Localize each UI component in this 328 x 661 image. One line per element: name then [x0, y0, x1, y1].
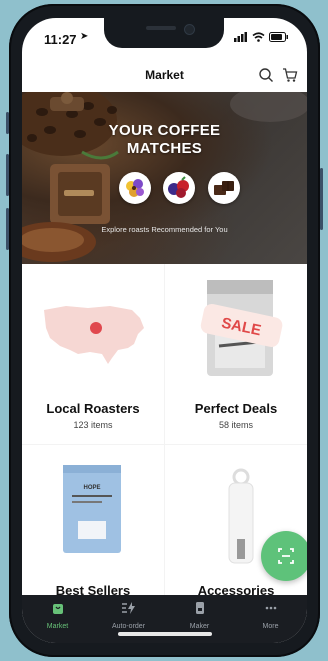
- lightning-icon: [121, 602, 135, 614]
- tab-auto-order[interactable]: Auto-order: [93, 601, 164, 630]
- bag-icon: [52, 604, 63, 614]
- product-label-text: HOPE: [83, 485, 100, 491]
- screen: 11:27 ➤ Market YOUR COFFEE MATCHES Explo…: [22, 18, 307, 643]
- volume-down-button: [6, 208, 9, 250]
- signal-icon: [234, 32, 247, 42]
- notch: [104, 18, 224, 48]
- category-perfect-deals[interactable]: SALE Perfect Deals 58 items: [165, 264, 307, 444]
- power-button: [320, 168, 323, 230]
- tab-more[interactable]: More: [235, 601, 306, 630]
- hero-title: YOUR COFFEE MATCHES: [22, 122, 307, 158]
- category-count: 58 items: [218, 420, 253, 430]
- scan-fab-button[interactable]: [261, 531, 307, 581]
- scan-icon: [278, 548, 294, 564]
- hero-subtitle: Explore roasts Recommended for You: [101, 225, 228, 234]
- hero-banner[interactable]: YOUR COFFEE MATCHES Explore roasts Recom…: [22, 92, 307, 264]
- category-local-roasters[interactable]: Local Roasters 123 items: [22, 264, 164, 444]
- status-icons: [234, 32, 289, 42]
- coffee-grinder-image: [22, 92, 307, 262]
- home-indicator[interactable]: [118, 632, 212, 636]
- status-time: 11:27: [44, 32, 77, 47]
- tab-market[interactable]: Market: [22, 601, 93, 630]
- hero-title-line2: MATCHES: [126, 140, 203, 157]
- category-best-sellers[interactable]: HOPE Best Sellers: [22, 445, 164, 605]
- category-title: Local Roasters: [46, 401, 140, 416]
- tab-label: More: [262, 623, 279, 630]
- more-dots-icon: [265, 606, 276, 610]
- mute-switch: [6, 112, 9, 134]
- category-count: 123 items: [73, 420, 113, 430]
- us-map-icon: [44, 306, 144, 364]
- tab-label: Maker: [189, 623, 210, 630]
- location-arrow-icon: ➤: [80, 31, 89, 42]
- coffee-bag-sale-image: SALE: [200, 280, 283, 376]
- battery-icon: [269, 32, 288, 42]
- coffee-bag-image: HOPE: [63, 465, 121, 553]
- machine-icon: [195, 602, 204, 614]
- category-title: Perfect Deals: [194, 401, 278, 416]
- tab-label: Market: [46, 623, 69, 630]
- search-icon[interactable]: [258, 67, 274, 83]
- header: Market: [22, 62, 307, 92]
- tab-maker[interactable]: Maker: [164, 601, 235, 630]
- wifi-icon: [252, 32, 265, 42]
- cart-icon[interactable]: [282, 67, 298, 83]
- volume-up-button: [6, 154, 9, 196]
- chocolate-flavor-icon[interactable]: [208, 172, 240, 204]
- hero-title-line1: YOUR COFFEE: [108, 122, 221, 139]
- flower-flavor-icon[interactable]: [119, 172, 151, 204]
- berry-flavor-icon[interactable]: [163, 172, 195, 204]
- tab-label: Auto-order: [111, 623, 146, 630]
- phone-frame: 11:27 ➤ Market YOUR COFFEE MATCHES Explo…: [6, 4, 323, 657]
